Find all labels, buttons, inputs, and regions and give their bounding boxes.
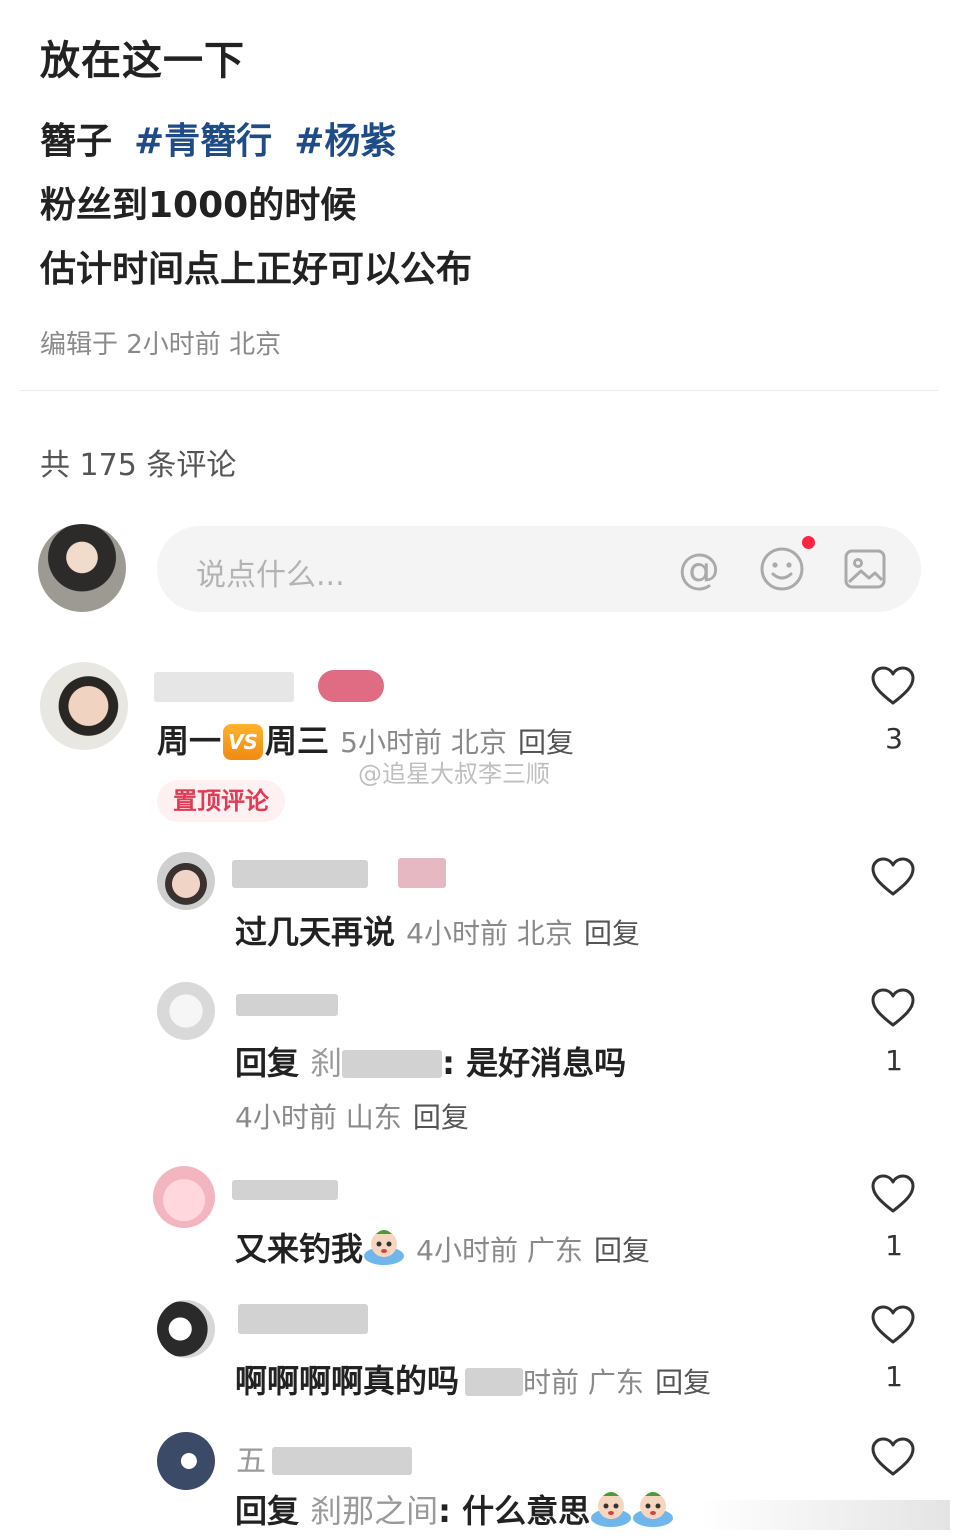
comment-author[interactable]: 五	[236, 1436, 412, 1480]
image-icon[interactable]	[842, 546, 888, 592]
comment-meta: 4小时前 广东	[416, 1234, 583, 1267]
author-badge	[318, 670, 384, 702]
username-blurred[interactable]	[154, 672, 294, 702]
reply-button[interactable]: 回复	[518, 726, 574, 759]
at-icon[interactable]: @	[676, 546, 722, 592]
reply-target: 刹那之间	[310, 1492, 439, 1530]
heart-icon[interactable]	[870, 1173, 916, 1215]
comment-avatar[interactable]	[157, 852, 215, 910]
heart-icon[interactable]	[870, 856, 916, 898]
comment-text: 啊啊啊啊真的吗 时前 广东 回复	[235, 1362, 712, 1400]
crying-sticker-icon	[364, 1230, 405, 1265]
pinned-tag: 置顶评论	[157, 780, 285, 822]
hashtag-qingzanxing[interactable]: #青簪行	[134, 121, 272, 162]
comment-meta: 5小时前 北京	[340, 726, 507, 759]
blurred-fragment	[465, 1368, 524, 1396]
comment-text: 又来钓我 4小时前 广东 回复	[235, 1224, 650, 1270]
username-blurred[interactable]	[232, 1180, 338, 1200]
reply-button[interactable]: 回复	[413, 1101, 469, 1134]
comment-text: 过几天再说 4小时前 北京 回复	[235, 913, 641, 951]
crying-sticker-icon	[633, 1492, 674, 1527]
comment-meta: 时前 广东	[523, 1366, 644, 1399]
author-badge	[398, 858, 446, 888]
username-blurred[interactable]	[232, 860, 368, 888]
vs-badge: VS	[223, 724, 264, 760]
comment-avatar[interactable]	[157, 1432, 215, 1490]
comment-avatar[interactable]	[157, 1300, 215, 1358]
reply-target: 刹	[310, 1044, 343, 1082]
heart-icon[interactable]	[870, 1436, 916, 1478]
heart-icon[interactable]	[870, 1304, 916, 1346]
reply-button[interactable]: 回复	[584, 917, 640, 950]
comment-count: 共 175 条评论	[40, 448, 237, 483]
divider	[20, 390, 938, 391]
like-count: 1	[885, 1044, 903, 1077]
comment-meta-line: 4小时前 山东 回复	[235, 1096, 469, 1136]
reply-target-blurred	[342, 1050, 443, 1078]
crying-sticker-icon	[591, 1492, 632, 1527]
comment-avatar[interactable]	[153, 1166, 215, 1228]
comment-input-placeholder[interactable]: 说点什么...	[196, 550, 345, 594]
like-count: 1	[885, 1229, 903, 1262]
post-line-2: 估计时间点上正好可以公布	[40, 249, 473, 290]
emoji-icon[interactable]	[759, 546, 805, 592]
like-count: 1	[885, 1360, 903, 1393]
username-blurred[interactable]	[238, 1304, 368, 1334]
post-line-1: 粉丝到1000的时候	[40, 185, 357, 226]
comment-text: 周一 VS 周三 5小时前 北京 回复	[157, 722, 575, 760]
post-edit-meta: 编辑于 2小时前 北京	[40, 330, 282, 360]
username-blurred[interactable]	[236, 994, 338, 1016]
post-tags-prefix: 簪子	[40, 121, 113, 162]
hashtag-yangzi[interactable]: #杨紫	[294, 121, 396, 162]
post-title: 放在这一下	[40, 38, 245, 84]
reply-button[interactable]: 回复	[594, 1234, 650, 1267]
notification-dot	[802, 536, 815, 549]
comment-text: 回复 刹那之间: 什么意思	[235, 1486, 674, 1532]
comment-text: 回复 刹: 是好消息吗	[235, 1044, 627, 1082]
my-avatar[interactable]	[38, 524, 126, 612]
like-count: 3	[885, 722, 903, 755]
comment-avatar[interactable]	[40, 662, 128, 750]
heart-icon[interactable]	[870, 665, 916, 707]
comment-meta: 4小时前 北京	[406, 917, 573, 950]
heart-icon[interactable]	[870, 987, 916, 1029]
reply-button[interactable]: 回复	[655, 1366, 711, 1399]
blurred-overlay	[700, 1500, 950, 1530]
comment-avatar[interactable]	[157, 982, 215, 1040]
post-tags-line: 簪子 #青簪行 #杨紫	[40, 112, 396, 164]
comment-meta: 4小时前 山东	[235, 1101, 402, 1134]
